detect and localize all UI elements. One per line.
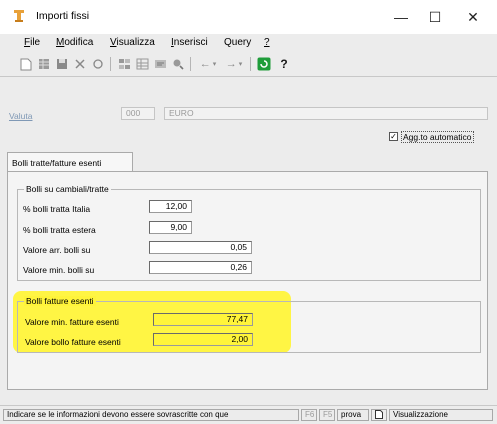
- row-label: Valore arr. bolli su: [23, 245, 91, 255]
- agg-auto-label[interactable]: Agg.to automatico: [401, 131, 474, 143]
- app-icon: [14, 10, 24, 22]
- menu-query[interactable]: Query: [224, 37, 251, 48]
- minimize-button[interactable]: —: [386, 6, 416, 28]
- document-icon: [371, 409, 387, 421]
- maximize-button[interactable]: ☐: [420, 6, 450, 28]
- delete-icon[interactable]: [72, 56, 88, 72]
- valore-min-bolli-field[interactable]: 0,26: [149, 261, 252, 274]
- row-label: % bolli tratta Italia: [23, 204, 91, 214]
- row-label: Valore bollo fatture esenti: [25, 337, 121, 347]
- agg-auto-checkbox[interactable]: ✓: [389, 132, 398, 141]
- menu-bar: File Modifica Visualizza Inserisci Query…: [0, 34, 497, 52]
- status-prova: prova: [337, 409, 369, 421]
- back-arrow-icon[interactable]: ← ▾: [196, 56, 220, 72]
- filter-icon[interactable]: [116, 56, 132, 72]
- new-doc-icon[interactable]: [18, 56, 34, 72]
- menu-visualizza[interactable]: Visualizza: [110, 37, 155, 48]
- valuta-name-field[interactable]: EURO: [164, 107, 488, 120]
- status-message: Indicare se le informazioni devono esser…: [3, 409, 299, 421]
- menu-file[interactable]: File: [24, 37, 40, 48]
- group-title: Bolli su cambiali/tratte: [24, 184, 111, 194]
- forward-arrow-icon[interactable]: → ▾: [222, 56, 246, 72]
- window: Importi fissi — ☐ ✕ File Modifica Visual…: [0, 0, 497, 424]
- records-icon[interactable]: [152, 56, 168, 72]
- table-icon[interactable]: [36, 56, 52, 72]
- close-button[interactable]: ✕: [458, 6, 488, 28]
- status-f5: F5: [319, 409, 335, 421]
- toolbar-separator: [110, 57, 111, 71]
- grid-icon[interactable]: [134, 56, 150, 72]
- toolbar-separator: [250, 57, 251, 71]
- valore-arr-bolli-field[interactable]: 0,05: [149, 241, 252, 254]
- window-title: Importi fissi: [36, 10, 90, 22]
- valore-min-fatture-field[interactable]: 77,47: [153, 313, 253, 326]
- bolli-tratta-estera-field[interactable]: 9,00: [149, 221, 192, 234]
- valuta-code-field[interactable]: 000: [121, 107, 155, 120]
- valuta-label[interactable]: Valuta: [9, 111, 32, 121]
- green-refresh-icon[interactable]: [256, 56, 272, 72]
- undo-icon[interactable]: [90, 56, 106, 72]
- status-f6: F6: [301, 409, 317, 421]
- title-bar: Importi fissi — ☐ ✕: [0, 0, 497, 34]
- valore-bollo-fatture-field[interactable]: 2,00: [153, 333, 253, 346]
- bolli-tratta-italia-field[interactable]: 12,00: [149, 200, 192, 213]
- group-title: Bolli fatture esenti: [24, 296, 96, 306]
- row-label: Valore min. fatture esenti: [25, 317, 119, 327]
- tab-bolli-tratte[interactable]: Bolli tratte/fatture esenti: [7, 152, 133, 172]
- status-bar: Indicare se le informazioni devono esser…: [0, 405, 497, 424]
- save-icon[interactable]: [54, 56, 70, 72]
- search-icon[interactable]: [170, 56, 186, 72]
- row-label: % bolli tratta estera: [23, 225, 96, 235]
- menu-help[interactable]: ?: [264, 37, 270, 48]
- status-mode: Visualizzazione: [389, 409, 493, 421]
- menu-modifica[interactable]: Modifica: [56, 37, 93, 48]
- row-label: Valore min. bolli su: [23, 265, 95, 275]
- menu-inserisci[interactable]: Inserisci: [171, 37, 208, 48]
- toolbar-separator: [190, 57, 191, 71]
- help-icon[interactable]: ?: [276, 56, 292, 72]
- toolbar: ← ▾ → ▾ ?: [0, 52, 497, 77]
